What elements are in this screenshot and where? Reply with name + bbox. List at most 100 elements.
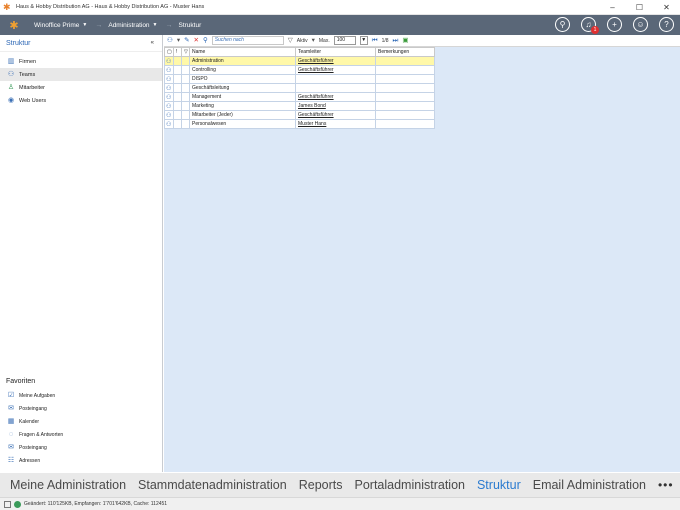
flag-column-header[interactable]: ! (173, 47, 182, 57)
team-name-cell: Personalwesen (189, 119, 296, 129)
favorite-item[interactable]: ▦ Kalender (0, 415, 162, 428)
note-cell (375, 56, 435, 66)
user-button[interactable]: ☺ (633, 17, 648, 32)
favorite-item[interactable]: ✉ Posteingang (0, 441, 162, 454)
table-row[interactable]: ⚇ Personalwesen Muster Hans (164, 119, 435, 129)
collapse-sidebar-button[interactable]: « (151, 40, 154, 46)
table-row[interactable]: ⚇ Mitarbeiter (Jeder) Geschäftsführer (164, 110, 435, 120)
chevron-down-icon: ▼ (152, 22, 158, 28)
module-menu[interactable]: Administration ▼ (108, 22, 157, 29)
teamleiter-link[interactable]: Geschäftsführer (295, 92, 376, 102)
favorites-section: Favoriten ☑ Meine Aufgaben ✉ Posteingang… (0, 375, 162, 467)
funnel-icon[interactable]: ▽ (288, 35, 293, 47)
column-header-teamleiter[interactable]: Teamleiter (295, 47, 376, 57)
row-marker (181, 110, 190, 120)
max-label: Max. (318, 37, 330, 44)
team-icon: ⚇ (164, 65, 174, 75)
teamleiter-link[interactable] (295, 74, 376, 84)
teamleiter-link[interactable] (295, 83, 376, 93)
row-marker (173, 56, 182, 66)
filter-column-header[interactable]: ▽ (181, 47, 190, 57)
team-icon: ⚇ (164, 92, 174, 102)
app-menu[interactable]: Winoffice Prime ▼ (34, 22, 87, 29)
last-page-icon[interactable]: ⏭ (393, 35, 399, 47)
close-button[interactable]: ✕ (653, 0, 680, 15)
minimize-button[interactable]: – (599, 0, 626, 15)
tab-meine-administration[interactable]: Meine Administration (10, 478, 126, 492)
search-icon: ⚲ (203, 36, 208, 44)
winoffice-logo-icon[interactable]: ✱ (0, 15, 28, 35)
add-button[interactable]: + (607, 17, 622, 32)
breadcrumb-arrow-icon: → (165, 21, 173, 29)
favorite-label: Posteingang (19, 444, 47, 451)
favorite-item[interactable]: ◌ Fragen & Antworten (0, 428, 162, 441)
export-icon[interactable]: ▣ (402, 35, 408, 47)
teamleiter-link[interactable]: Geschäftsführer (295, 56, 376, 66)
help-button[interactable]: ? (659, 17, 674, 32)
main-content: ⚇ ▾ ✎ ✕ ⚲ Suchen nach ▽ Aktiv ▾ Max. 100… (164, 35, 680, 472)
sidebar-item-label: Teams (19, 71, 36, 78)
plus-icon: + (612, 20, 617, 29)
breadcrumb-current-label: Struktur (178, 21, 202, 29)
max-input[interactable]: 100 (333, 36, 356, 45)
table-row[interactable]: ⚇ Controlling Geschäftsführer (164, 65, 435, 75)
delete-x-icon[interactable]: ✕ (194, 35, 199, 47)
filter-select[interactable]: Aktiv (297, 38, 308, 44)
tab-stammdatenadministration[interactable]: Stammdatenadministration (138, 478, 287, 492)
teamleiter-link[interactable]: James Bond (295, 101, 376, 111)
table-row[interactable]: ⚇ Marketing James Bond (164, 101, 435, 111)
row-marker (181, 65, 190, 75)
teamleiter-link[interactable]: Muster Hans (295, 119, 376, 129)
table-row[interactable]: ⚇ DISPO (164, 74, 435, 84)
chevron-down-icon[interactable]: ▾ (177, 35, 180, 47)
team-icon: ⚇ (164, 74, 174, 84)
grid-toolbar: ⚇ ▾ ✎ ✕ ⚲ Suchen nach ▽ Aktiv ▾ Max. 100… (164, 35, 680, 47)
chevron-down-icon[interactable]: ▾ (312, 35, 315, 47)
sidebar-item-mitarbeiter[interactable]: ♙ Mitarbeiter (0, 81, 162, 94)
user-icon: ☺ (636, 20, 645, 29)
sidebar-header: Struktur « (0, 35, 162, 52)
team-name-cell: Controlling (189, 65, 296, 75)
edit-pencil-icon[interactable]: ✎ (184, 35, 189, 47)
teamleiter-link[interactable]: Geschäftsführer (295, 65, 376, 75)
table-row[interactable]: ⚇ Management Geschäftsführer (164, 92, 435, 102)
tab-portaladministration[interactable]: Portaladministration (355, 478, 465, 492)
more-tabs-button[interactable]: ••• (658, 478, 674, 492)
column-header-name[interactable]: Name (189, 47, 296, 57)
favorite-item[interactable]: ☷ Adressen (0, 454, 162, 467)
row-marker (181, 101, 190, 111)
first-page-icon[interactable]: ⏮ (372, 35, 378, 47)
sidebar-item-web-users[interactable]: ◉ Web Users (0, 94, 162, 107)
sidebar-item-teams[interactable]: ⚇ Teams (0, 68, 162, 81)
table-row[interactable]: ⚇ Administration Geschäftsführer (164, 56, 435, 66)
panel-toggle-icon[interactable] (4, 500, 11, 508)
chevron-down-icon: ▼ (82, 22, 88, 28)
search-input[interactable]: Suchen nach (211, 36, 284, 45)
row-marker (181, 74, 190, 84)
calendar-icon: ▦ (7, 417, 15, 425)
teamleiter-link[interactable]: Geschäftsführer (295, 110, 376, 120)
max-dropdown-button[interactable]: ▼ (359, 36, 368, 45)
maximize-button[interactable]: ☐ (626, 0, 653, 15)
tab-email-administration[interactable]: Email Administration (533, 478, 646, 492)
search-button[interactable]: ⚲ (555, 17, 570, 32)
row-marker (181, 92, 190, 102)
notifications-button[interactable]: ♫ 1 (581, 17, 599, 34)
sidebar-item-firmen[interactable]: ▥ Firmen (0, 55, 162, 68)
tab-struktur[interactable]: Struktur (477, 478, 521, 492)
favorite-item[interactable]: ☑ Meine Aufgaben (0, 389, 162, 402)
tasks-icon: ☑ (7, 391, 15, 399)
favorite-item[interactable]: ✉ Posteingang (0, 402, 162, 415)
doc-column-header[interactable]: ▢ (164, 47, 174, 57)
favorites-title: Favoriten (6, 378, 36, 385)
tab-reports[interactable]: Reports (299, 478, 343, 492)
column-header-bemerkungen[interactable]: Bemerkungen (375, 47, 435, 57)
status-text: Geändert: 110'125KB, Empfangen: 1'701'64… (24, 501, 168, 507)
new-team-icon[interactable]: ⚇ (167, 35, 173, 47)
table-row[interactable]: ⚇ Geschäftsleitung (164, 83, 435, 93)
team-icon: ⚇ (7, 70, 15, 78)
sidebar-item-label: Web Users (19, 97, 47, 104)
team-icon: ⚇ (164, 83, 174, 93)
row-marker (173, 101, 182, 111)
app-menu-label: Winoffice Prime (34, 21, 80, 29)
